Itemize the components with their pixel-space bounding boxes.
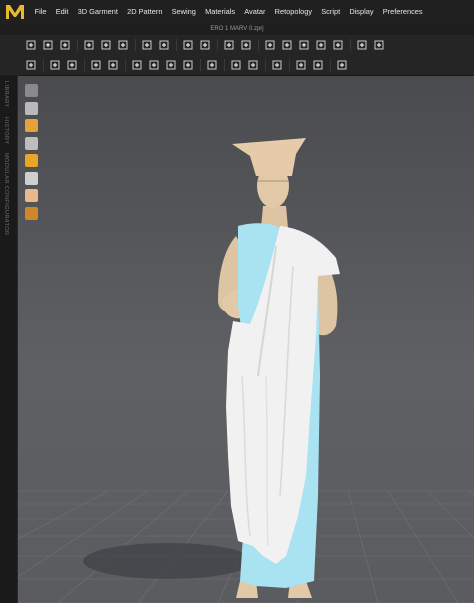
toolbar-row-1: [0, 35, 474, 55]
avatar-measure-icon[interactable]: [335, 58, 349, 72]
tack-icon[interactable]: [181, 38, 195, 52]
menu-bar: File Edit 3D Garment 2D Pattern Sewing Materi…: [0, 0, 474, 24]
side-tab-library[interactable]: LIBRARY: [3, 81, 9, 108]
segment-sewing-icon[interactable]: [140, 38, 154, 52]
fabric-render-icon[interactable]: [25, 154, 38, 167]
fold-icon[interactable]: [331, 38, 345, 52]
circumference-icon[interactable]: [246, 58, 260, 72]
toolbar-separator: [258, 39, 259, 51]
button-icon[interactable]: [164, 58, 178, 72]
particle-icon[interactable]: [25, 171, 38, 185]
document-title: ERO 1 MARV 0.zprj: [0, 24, 474, 35]
toolbar-separator: [289, 59, 290, 71]
pen-tool-icon[interactable]: [372, 38, 386, 52]
edit-curvature-icon[interactable]: [116, 38, 130, 52]
avatar-skin-icon[interactable]: [25, 136, 38, 150]
add-point-icon[interactable]: [41, 38, 55, 52]
graphic-icon[interactable]: [106, 58, 120, 72]
side-tab-history[interactable]: HISTORY: [3, 117, 9, 144]
toolbar-separator: [224, 59, 225, 71]
marvelous-designer-logo-icon: [6, 5, 24, 19]
toolbar-separator: [217, 39, 218, 51]
zipper-icon[interactable]: [147, 58, 161, 72]
arrangement-icon[interactable]: [314, 38, 328, 52]
free-sewing-icon[interactable]: [157, 38, 171, 52]
select-move-icon[interactable]: [24, 38, 38, 52]
edit-texture-icon[interactable]: [48, 58, 62, 72]
simulate-icon[interactable]: [24, 58, 38, 72]
buttonhole-icon[interactable]: [181, 58, 195, 72]
toolbar-separator: [77, 39, 78, 51]
puckering-icon[interactable]: [130, 58, 144, 72]
transform-texture-icon[interactable]: [65, 58, 79, 72]
menu-preferences[interactable]: Preferences: [378, 0, 427, 24]
show-avatar-icon[interactable]: [263, 38, 277, 52]
menu-script[interactable]: Script: [317, 0, 345, 24]
toolbar-separator: [125, 59, 126, 71]
fold-arrangement-icon[interactable]: [270, 58, 284, 72]
toolbar-separator: [176, 39, 177, 51]
transform-icon[interactable]: [58, 38, 72, 52]
texture-display-icon[interactable]: [25, 119, 38, 132]
toolbar-separator: [135, 39, 136, 51]
menu-display[interactable]: Display: [345, 0, 378, 24]
garment-display-icon[interactable]: [25, 101, 38, 115]
menu-2d-pattern[interactable]: 2D Pattern: [123, 0, 168, 24]
toolbar-separator: [330, 59, 331, 71]
edit-pattern-icon[interactable]: [82, 38, 96, 52]
toolbar-separator: [43, 59, 44, 71]
pin-tool-icon[interactable]: [355, 38, 369, 52]
avatar-shadow: [83, 543, 253, 579]
tape-icon[interactable]: [205, 58, 219, 72]
menu-retopology[interactable]: Retopology: [270, 0, 317, 24]
check-sewing-icon[interactable]: [239, 38, 253, 52]
line-sewing-icon[interactable]: [222, 38, 236, 52]
strap-icon[interactable]: [294, 58, 308, 72]
menu-avatar[interactable]: Avatar: [240, 0, 270, 24]
menu-file[interactable]: File: [30, 0, 51, 24]
side-panel-strip: LIBRARY HISTORY MODULAR CONFIGURATOR: [0, 75, 18, 603]
toolbar-row-2: [0, 55, 474, 76]
menu-sewing[interactable]: Sewing: [167, 0, 200, 24]
toolbar-separator: [84, 59, 85, 71]
edit-curve-icon[interactable]: [99, 38, 113, 52]
trim-icon[interactable]: [89, 58, 103, 72]
layer-icon[interactable]: [297, 38, 311, 52]
menu-materials[interactable]: Materials: [200, 0, 239, 24]
measure-icon[interactable]: [229, 58, 243, 72]
toolbar-separator: [265, 59, 266, 71]
menu-edit[interactable]: Edit: [51, 0, 73, 24]
grid-icon[interactable]: [25, 206, 38, 220]
3d-viewport[interactable]: [18, 76, 474, 603]
pin-icon[interactable]: [198, 38, 212, 52]
layer-clone-icon[interactable]: [311, 58, 325, 72]
skeleton-icon[interactable]: [25, 189, 38, 202]
toolbar-separator: [350, 39, 351, 51]
garment-icon[interactable]: [280, 38, 294, 52]
toolbar-separator: [200, 59, 201, 71]
side-tab-modular-configurator[interactable]: MODULAR CONFIGURATOR: [3, 153, 9, 235]
main-menu: File Edit 3D Garment 2D Pattern Sewing Materi…: [30, 0, 427, 24]
avatar-display-icon[interactable]: [25, 84, 38, 97]
app-logo[interactable]: [0, 0, 30, 24]
viewport-scene: [18, 138, 474, 603]
menu-3d-garment[interactable]: 3D Garment: [73, 0, 122, 24]
